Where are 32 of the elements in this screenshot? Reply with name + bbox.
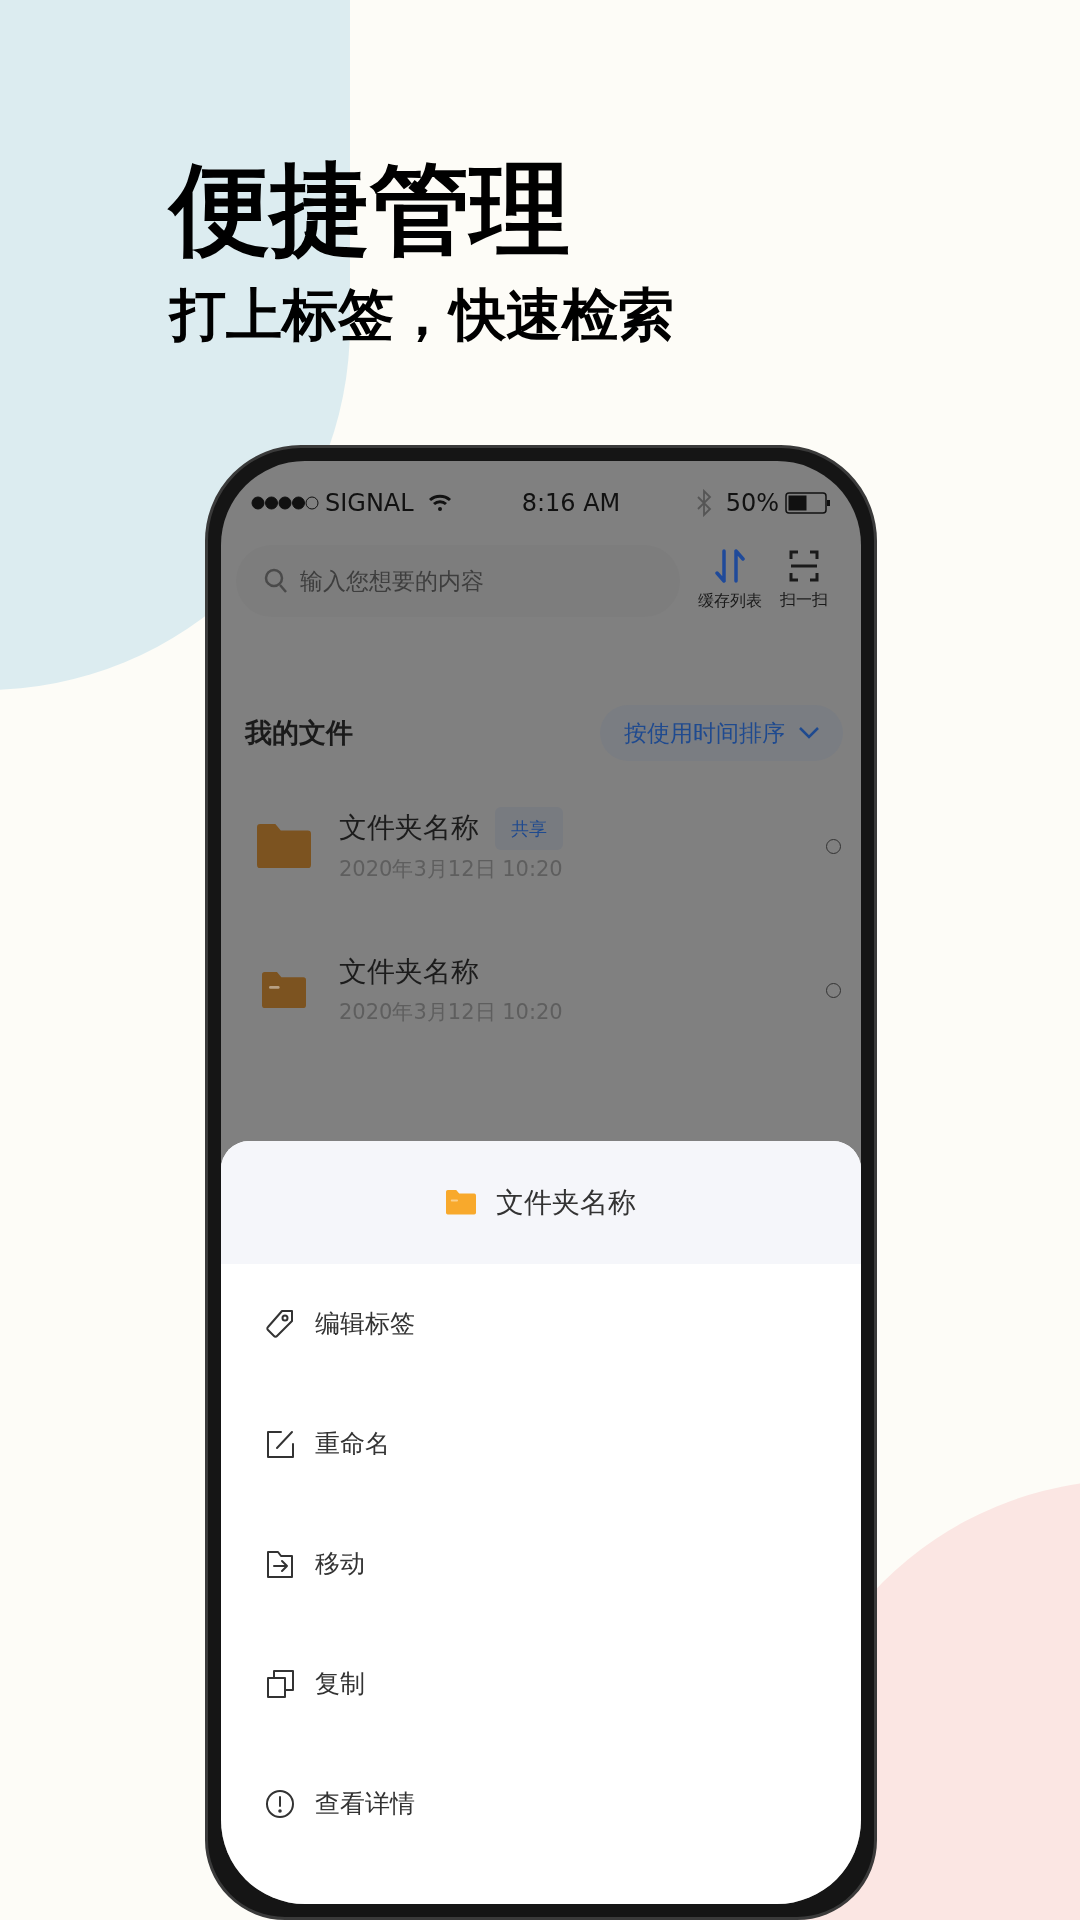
battery-percent: 50% [725, 488, 779, 519]
subheadline: 打上标签，快速检索 [170, 281, 675, 349]
sheet-action[interactable]: 移动 [241, 1512, 841, 1616]
tag-icon [265, 1309, 295, 1339]
signal-dots-icon [251, 496, 319, 510]
edit-icon [265, 1429, 295, 1459]
sheet-action[interactable]: 重命名 [241, 1392, 841, 1496]
carrier-text: SIGNAL [325, 488, 414, 519]
sheet-action[interactable]: 编辑标签 [241, 1272, 841, 1376]
folder-icon [257, 823, 311, 869]
sheet-action[interactable]: 复制 [241, 1632, 841, 1736]
folder-arrow-icon [265, 1549, 295, 1579]
wifi-icon [427, 493, 452, 513]
bluetooth-icon [695, 489, 712, 517]
sheet-title: 文件夹名称 [496, 1184, 636, 1221]
scan-icon [789, 550, 819, 582]
up-down-arrows-icon [715, 549, 745, 583]
battery-icon [785, 492, 831, 514]
shared-tag: 共享 [495, 806, 563, 850]
copy-icon [265, 1669, 295, 1699]
toolbar-button[interactable]: 缓存列表 [698, 549, 762, 613]
search-icon [264, 568, 288, 594]
folder-icon [262, 971, 306, 1009]
clock-text: 8:16 AM [521, 488, 621, 519]
section-title: 我的文件 [245, 715, 353, 750]
folder-icon [446, 1190, 476, 1215]
toolbar-button[interactable]: 扫一扫 [780, 550, 828, 612]
exclamation-circle-icon [265, 1789, 295, 1819]
sheet-action[interactable]: 查看详情 [241, 1752, 841, 1856]
folder-name: 文件夹名称 [339, 810, 479, 847]
folder-name: 文件夹名称 [339, 954, 479, 991]
chevron-down-icon [799, 727, 819, 739]
